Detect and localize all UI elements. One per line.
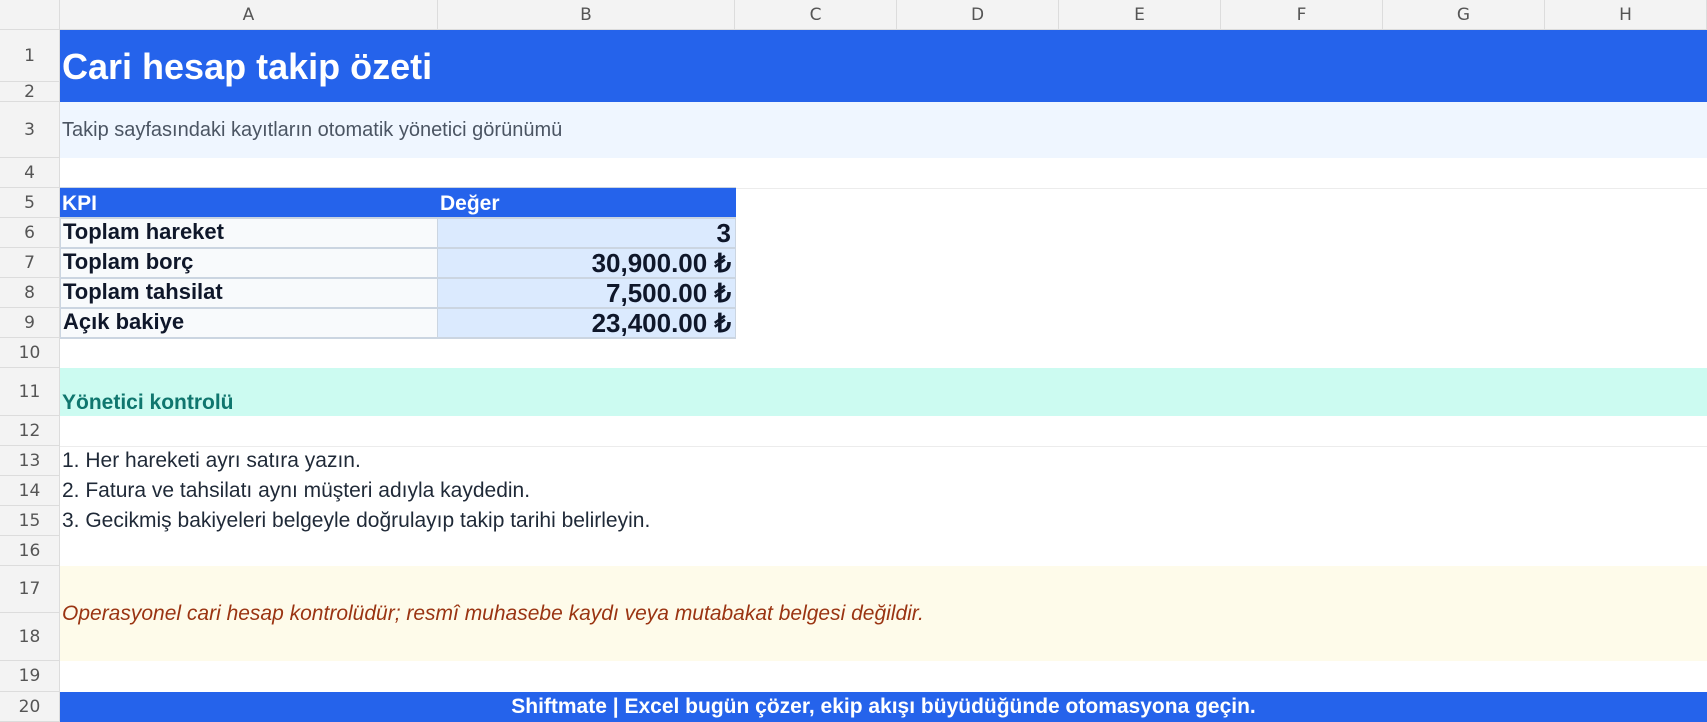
row-header-12[interactable]: 12 <box>0 416 60 446</box>
kpi-value-cell[interactable]: 30,900.00 ₺ <box>438 248 735 278</box>
section-band[interactable] <box>60 368 1707 416</box>
gridline <box>60 446 1707 447</box>
page-title: Cari hesap takip özeti <box>62 46 433 87</box>
row-header-15[interactable]: 15 <box>0 506 60 536</box>
footer-text: Shiftmate | Excel bugün çözer, ekip akış… <box>511 695 1256 718</box>
column-header-f[interactable]: F <box>1221 0 1383 30</box>
column-header-h[interactable]: H <box>1545 0 1707 30</box>
column-header-b[interactable]: B <box>438 0 735 30</box>
row-header-6[interactable]: 6 <box>0 218 60 248</box>
kpi-label-cell[interactable]: Toplam borç <box>61 249 437 277</box>
column-header-a[interactable]: A <box>60 0 438 30</box>
section-heading: Yönetici kontrolü <box>62 391 234 414</box>
row-header-3[interactable]: 3 <box>0 102 60 158</box>
row-header-1[interactable]: 1 <box>0 30 60 82</box>
column-header-d[interactable]: D <box>897 0 1059 30</box>
kpi-header-row <box>60 188 736 217</box>
instruction-step[interactable]: 3. Gecikmiş bakiyeleri belgeyle doğrulay… <box>62 509 650 533</box>
spreadsheet-sheet: A B C D E F G H 1 2 3 4 5 6 7 8 9 10 11 … <box>0 0 1707 722</box>
row-header-14[interactable]: 14 <box>0 476 60 506</box>
row-header-16[interactable]: 16 <box>0 536 60 566</box>
column-header-c[interactable]: C <box>735 0 897 30</box>
kpi-value-cell[interactable]: 3 <box>438 218 735 248</box>
row-header-4[interactable]: 4 <box>0 158 60 188</box>
row-header-13[interactable]: 13 <box>0 446 60 476</box>
row-header-17[interactable]: 17 <box>0 566 60 613</box>
row-header-20[interactable]: 20 <box>0 692 60 722</box>
row-header-7[interactable]: 7 <box>0 248 60 278</box>
kpi-header-value: Değer <box>440 192 500 215</box>
page-subtitle: Takip sayfasındaki kayıtların otomatik y… <box>62 119 563 141</box>
kpi-label-cell[interactable]: Açık bakiye <box>61 309 437 337</box>
row-header-5[interactable]: 5 <box>0 188 60 218</box>
row-header-9[interactable]: 9 <box>0 308 60 338</box>
row-header-19[interactable]: 19 <box>0 661 60 692</box>
instruction-step[interactable]: 1. Her hareketi ayrı satıra yazın. <box>62 449 361 473</box>
select-all-corner[interactable] <box>0 0 60 30</box>
row-header-11[interactable]: 11 <box>0 368 60 416</box>
kpi-label-cell[interactable]: Toplam tahsilat <box>61 279 437 307</box>
row-header-8[interactable]: 8 <box>0 278 60 308</box>
column-header-e[interactable]: E <box>1059 0 1221 30</box>
row-header-2[interactable]: 2 <box>0 82 60 102</box>
kpi-value-cell[interactable]: 23,400.00 ₺ <box>438 308 735 338</box>
kpi-header-label: KPI <box>62 192 98 215</box>
kpi-value-cell[interactable]: 7,500.00 ₺ <box>438 278 735 308</box>
row-header-18[interactable]: 18 <box>0 613 60 661</box>
kpi-label-cell[interactable]: Toplam hareket <box>61 219 437 247</box>
disclaimer-note: Operasyonel cari hesap kontrolüdür; resm… <box>62 602 924 625</box>
column-header-g[interactable]: G <box>1383 0 1545 30</box>
row-header-10[interactable]: 10 <box>0 338 60 368</box>
instruction-step[interactable]: 2. Fatura ve tahsilatı aynı müşteri adıy… <box>62 479 530 503</box>
